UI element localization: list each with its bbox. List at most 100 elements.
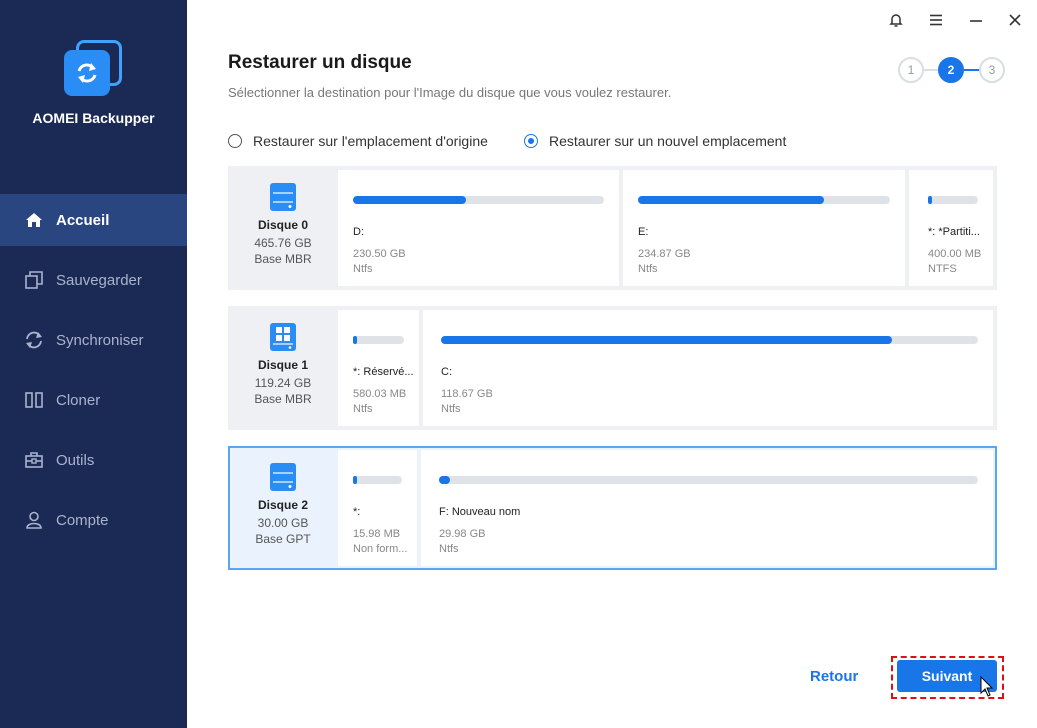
partition-filesystem: Ntfs — [353, 263, 373, 275]
partition-size: 234.87 GB — [638, 248, 691, 260]
sync-logo-icon — [77, 63, 97, 83]
partition-size: 118.67 GB — [441, 388, 493, 400]
usage-bar — [353, 336, 404, 344]
disk-size: 30.00 GB — [257, 516, 309, 530]
sidebar-item-label: Accueil — [56, 211, 110, 229]
partition-c[interactable]: C: 118.67 GB Ntfs — [423, 310, 993, 426]
back-button[interactable]: Retour — [810, 668, 858, 685]
radio-label: Restaurer sur l'emplacement d'origine — [253, 133, 488, 149]
partition-filesystem: Ntfs — [638, 263, 658, 275]
toolbox-icon — [25, 452, 43, 468]
sidebar-item-synchroniser[interactable]: Synchroniser — [0, 314, 187, 366]
sidebar-item-outils[interactable]: Outils — [0, 434, 187, 486]
disk-info: Disque 1 119.24 GB Base MBR — [230, 308, 336, 428]
partition-filesystem: NTFS — [928, 263, 957, 275]
user-icon — [26, 511, 42, 529]
radio-circle — [228, 134, 242, 148]
disk-type: Base MBR — [254, 252, 312, 266]
page-subtitle: Sélectionner la destination pour l'Image… — [228, 85, 672, 100]
partition-size: 400.00 MB — [928, 248, 982, 260]
disk-size: 119.24 GB — [254, 376, 312, 390]
usage-bar — [439, 476, 978, 484]
hamburger-menu-icon — [930, 14, 942, 26]
partition-unformatted[interactable]: *: 15.98 MB Non form... — [338, 450, 417, 566]
close-button[interactable] — [1005, 10, 1025, 30]
disk-info: Disque 2 30.00 GB Base GPT — [230, 448, 336, 568]
usage-bar — [638, 196, 890, 204]
minimize-button[interactable] — [966, 10, 986, 30]
partition-name: *: Réservé... — [353, 366, 414, 378]
usage-bar-fill — [441, 336, 893, 344]
partition-name: *: — [353, 506, 361, 518]
usage-bar-fill — [439, 476, 450, 484]
usage-bar — [441, 336, 978, 344]
sidebar-item-label: Cloner — [56, 391, 101, 409]
sidebar-item-cloner[interactable]: Cloner — [0, 374, 187, 426]
sidebar-item-sauvegarder[interactable]: Sauvegarder — [0, 254, 187, 306]
partition-name: F: Nouveau nom — [439, 506, 521, 518]
usage-bar — [353, 196, 604, 204]
close-icon — [1009, 14, 1021, 26]
disk-icon — [270, 463, 296, 491]
partition-e[interactable]: E: 234.87 GB Ntfs — [623, 170, 905, 286]
partition-name: D: — [353, 226, 364, 238]
usage-bar-fill — [353, 336, 358, 344]
app-logo — [64, 40, 122, 98]
page-title: Restaurer un disque — [228, 52, 412, 73]
partition-size: 230.50 GB — [353, 248, 406, 260]
mouse-cursor-icon — [980, 676, 994, 697]
radio-circle — [524, 134, 538, 148]
disk-size: 465.76 GB — [254, 236, 312, 250]
sync-icon — [26, 331, 42, 349]
partition-reserved[interactable]: *: Réservé... 580.03 MB Ntfs — [338, 310, 419, 426]
sidebar-item-label: Sauvegarder — [56, 271, 142, 289]
partition-filesystem: Ntfs — [441, 403, 461, 415]
usage-bar-fill — [638, 196, 825, 204]
home-icon — [26, 213, 42, 227]
radio-label: Restaurer sur un nouvel emplacement — [549, 133, 787, 149]
restore-new-location-radio[interactable]: Restaurer sur un nouvel emplacement — [524, 133, 786, 149]
clone-icon — [25, 392, 43, 408]
disk-type: Base MBR — [254, 392, 312, 406]
disk-name: Disque 2 — [257, 498, 308, 512]
partition-filesystem: Non form... — [353, 543, 408, 555]
sidebar-item-label: Synchroniser — [56, 331, 144, 349]
usage-bar — [928, 196, 978, 204]
partition-name: E: — [638, 226, 649, 238]
minimize-icon — [970, 20, 982, 22]
disk-row-0[interactable]: Disque 0 465.76 GB Base MBR D: 230.50 GB… — [228, 166, 997, 290]
usage-bar-fill — [353, 196, 466, 204]
partition-size: 29.98 GB — [439, 528, 486, 540]
disk-row-2[interactable]: Disque 2 30.00 GB Base GPT *: 15.98 MB N… — [228, 446, 997, 570]
usage-bar — [353, 476, 402, 484]
bell-icon — [889, 14, 903, 27]
backup-icon — [25, 271, 43, 289]
partition-f[interactable]: F: Nouveau nom 29.98 GB Ntfs — [421, 450, 993, 566]
partition-name: *: *Partiti... — [928, 226, 980, 238]
sidebar-item-label: Compte — [56, 511, 109, 529]
disk-icon — [270, 183, 296, 211]
partition-name: C: — [441, 366, 452, 378]
step-connector — [964, 69, 980, 71]
partition-d[interactable]: D: 230.50 GB Ntfs — [338, 170, 619, 286]
step-2: 2 — [938, 57, 964, 83]
sidebar: AOMEI Backupper Accueil Sauvegarder Sync… — [0, 0, 187, 728]
step-1: 1 — [898, 57, 924, 83]
notification-bell-button[interactable] — [886, 10, 906, 30]
usage-bar-fill — [353, 476, 357, 484]
partition-filesystem: Ntfs — [439, 543, 459, 555]
sidebar-item-accueil[interactable]: Accueil — [0, 194, 187, 246]
usage-bar-fill — [928, 196, 932, 204]
partition-size: 580.03 MB — [353, 388, 407, 400]
restore-original-location-radio[interactable]: Restaurer sur l'emplacement d'origine — [228, 133, 488, 149]
disk-row-1[interactable]: Disque 1 119.24 GB Base MBR *: Réservé..… — [228, 306, 997, 430]
windows-disk-icon — [270, 323, 296, 351]
sidebar-item-label: Outils — [56, 451, 95, 469]
disk-name: Disque 0 — [257, 218, 308, 232]
disk-name: Disque 1 — [257, 358, 308, 372]
partition-size: 15.98 MB — [353, 528, 401, 540]
partition-system[interactable]: *: *Partiti... 400.00 MB NTFS — [909, 170, 993, 286]
partition-filesystem: Ntfs — [353, 403, 373, 415]
sidebar-item-compte[interactable]: Compte — [0, 494, 187, 546]
menu-button[interactable] — [926, 10, 946, 30]
